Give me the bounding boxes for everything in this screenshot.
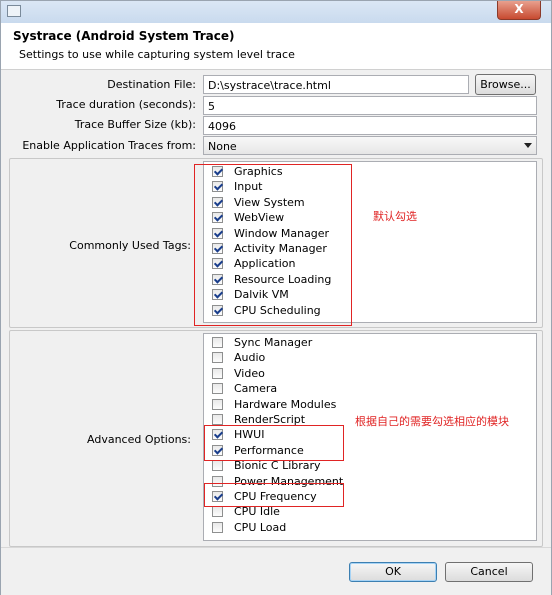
chevron-down-icon [524,143,532,148]
app-traces-label: Enable Application Traces from: [22,139,196,152]
checkbox-unchecked[interactable] [212,337,223,348]
annotation-select-as-needed: 根据自己的需要勾选相应的模块 [355,415,509,428]
checkbox-unchecked[interactable] [212,521,223,533]
checkbox-unchecked[interactable] [212,383,223,395]
annotation-box-cpu-frequency [204,483,344,507]
checkbox-row[interactable]: Hardware Modules [212,397,336,412]
checkbox-label: Audio [234,351,266,365]
checkbox-row[interactable]: CPU Load [212,520,286,535]
checkbox-label: Camera [234,382,278,396]
dialog-title: Systrace (Android System Trace) [13,29,235,43]
annotation-default-checked: 默认勾选 [373,210,417,223]
trace-duration-label: Trace duration (seconds): [56,98,196,111]
checkbox-row[interactable]: Video [212,366,265,381]
checkbox-label: Sync Manager [234,336,313,349]
checkbox-label: CPU Load [234,520,287,534]
browse-button[interactable]: Browse... [475,74,536,95]
app-traces-value: None [208,140,237,153]
checkbox-row[interactable]: Audio [212,350,265,365]
checkbox-unchecked[interactable] [212,367,223,379]
trace-buffer-input[interactable]: 4096 [203,116,537,135]
checkbox-label: CPU Idle [234,505,280,519]
close-button[interactable]: X [497,1,541,20]
checkbox-row[interactable]: Sync Manager [212,335,312,350]
destination-file-input[interactable]: D:\systrace\trace.html [203,75,469,94]
trace-duration-input[interactable]: 5 [203,96,537,115]
dialog-header: Systrace (Android System Trace) Settings… [1,23,551,70]
ok-button[interactable]: OK [349,562,437,582]
systrace-dialog: X Systrace (Android System Trace) Settin… [0,0,552,595]
destination-file-label: Destination File: [107,78,196,91]
checkbox-unchecked[interactable] [212,398,223,410]
common-tags-label: Commonly Used Tags: [69,239,191,252]
checkbox-label: Hardware Modules [234,397,337,411]
checkbox-row[interactable]: Camera [212,381,277,396]
checkbox-unchecked[interactable] [212,414,223,425]
dialog-subtitle: Settings to use while capturing system l… [19,48,295,61]
advanced-options-label: Advanced Options: [87,433,191,446]
annotation-box-hwui [204,425,344,461]
window-icon [7,5,21,17]
checkbox-unchecked[interactable] [212,460,223,472]
checkbox-label: Bionic C Library [234,459,321,473]
button-bar: OK Cancel [1,547,551,595]
checkbox-unchecked[interactable] [212,506,223,518]
checkbox-unchecked[interactable] [212,352,223,364]
annotation-box-common [194,164,352,326]
trace-buffer-label: Trace Buffer Size (kb): [74,118,196,131]
app-traces-dropdown[interactable]: None [203,136,537,155]
checkbox-label: Video [234,366,265,380]
cancel-button[interactable]: Cancel [445,562,533,582]
title-bar: X [1,1,551,23]
